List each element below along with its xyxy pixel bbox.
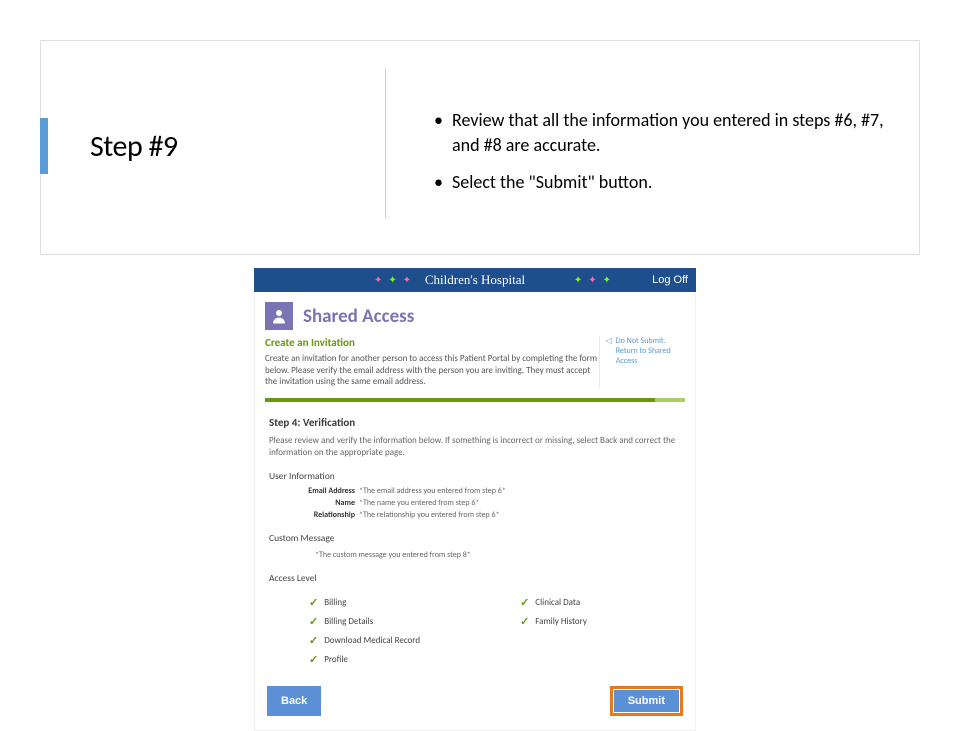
check-icon: ✓ [520, 596, 529, 609]
ornament-icon: ✦ [374, 275, 382, 286]
sidebar: ◁ Do Not Submit. Return to Shared Access [599, 336, 685, 388]
submit-button[interactable]: Submit [614, 690, 679, 712]
ornaments-left: ✦ ✦ ✦ [374, 275, 411, 286]
ornament-icon: ✦ [603, 275, 611, 286]
step4-title: Step 4: Verification [269, 416, 681, 429]
access-columns: ✓Billing ✓Billing Details ✓Download Medi… [269, 590, 681, 672]
submit-highlight: Submit [610, 686, 683, 716]
user-info-label: User Information [269, 470, 681, 482]
create-invitation-heading: Create an Invitation [265, 336, 599, 349]
check-icon: ✓ [309, 653, 318, 666]
button-row: Back Submit [255, 672, 695, 716]
sidebar-line1: Do Not Submit. [616, 336, 685, 346]
check-icon: ✓ [309, 615, 318, 628]
relationship-value: *The relationship you entered from step … [359, 510, 681, 520]
sidebar-line2: Return to Shared Access [616, 346, 685, 366]
ornament-icon: ✦ [574, 275, 582, 286]
access-item-billing-details: ✓Billing Details [269, 615, 420, 628]
portal-header: ✦ ✦ ✦ Children's Hospital ✦ ✦ ✦ Log Off [254, 268, 696, 292]
access-item-profile: ✓Profile [269, 653, 420, 666]
ornament-icon: ✦ [403, 275, 411, 286]
logoff-link[interactable]: Log Off [652, 274, 688, 286]
user-info-grid: Email Address *The email address you ent… [269, 486, 681, 520]
progress-bar [265, 398, 685, 402]
accent-bar [40, 118, 48, 174]
ornament-icon: ✦ [388, 275, 396, 286]
avatar-icon [265, 302, 293, 330]
email-value: *The email address you entered from step… [359, 486, 681, 496]
instruction-list: Review that all the information you ente… [432, 108, 892, 208]
access-item-family: ✓Family History [480, 615, 587, 628]
bullet-2: Select the "Submit" button. [432, 170, 892, 195]
intro-text: Create an invitation for another person … [265, 353, 599, 388]
slide-title: Step #9 [90, 128, 178, 165]
check-icon: ✓ [309, 596, 318, 609]
name-label: Name [269, 498, 359, 508]
access-col-1: ✓Billing ✓Billing Details ✓Download Medi… [269, 590, 420, 672]
bullet-1: Review that all the information you ente… [432, 108, 892, 158]
brand-title: Children's Hospital [425, 272, 525, 288]
step4-section: Step 4: Verification Please review and v… [269, 416, 681, 672]
access-item-billing: ✓Billing [269, 596, 420, 609]
do-not-submit-link[interactable]: ◁ Do Not Submit. Return to Shared Access [606, 336, 685, 366]
access-col-2: ✓Clinical Data ✓Family History [480, 590, 587, 672]
access-item-download: ✓Download Medical Record [269, 634, 420, 647]
main-column: Create an Invitation Create an invitatio… [265, 336, 599, 388]
ornament-icon: ✦ [588, 275, 596, 286]
access-item-clinical: ✓Clinical Data [480, 596, 587, 609]
back-button[interactable]: Back [267, 686, 321, 716]
vertical-divider [385, 68, 386, 218]
email-label: Email Address [269, 486, 359, 496]
check-icon: ✓ [520, 615, 529, 628]
portal-body: Shared Access Create an Invitation Creat… [254, 292, 696, 731]
custom-message-value: *The custom message you entered from ste… [315, 550, 681, 560]
access-level-label: Access Level [269, 572, 681, 584]
check-icon: ✓ [309, 634, 318, 647]
portal-screenshot: ✦ ✦ ✦ Children's Hospital ✦ ✦ ✦ Log Off … [254, 268, 696, 731]
step4-desc: Please review and verify the information… [269, 435, 681, 458]
name-value: *The name you entered from step 6* [359, 498, 681, 508]
ornaments-right: ✦ ✦ ✦ [574, 275, 611, 286]
relationship-label: Relationship [269, 510, 359, 520]
page-title: Shared Access [303, 305, 414, 328]
custom-message-label: Custom Message [269, 532, 681, 544]
title-row: Shared Access [255, 302, 695, 330]
triangle-left-icon: ◁ [606, 337, 612, 366]
